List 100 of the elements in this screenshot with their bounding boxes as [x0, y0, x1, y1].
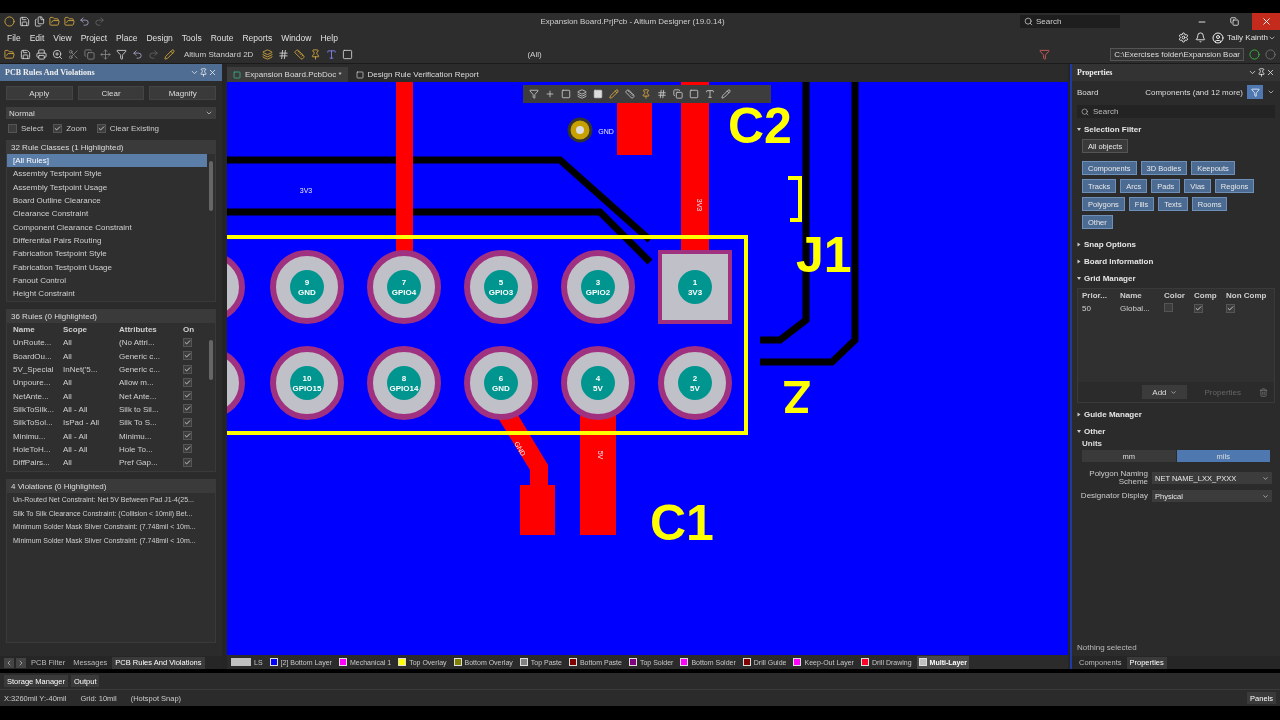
checkbox[interactable] [53, 124, 63, 133]
grid-icon[interactable] [278, 48, 290, 60]
menu-item[interactable]: File [4, 32, 27, 43]
rule-class-item[interactable]: Fanout Control [7, 273, 207, 287]
save-icon[interactable] [19, 16, 30, 27]
settings-icon[interactable] [1178, 32, 1190, 43]
rectangle-icon[interactable] [342, 48, 354, 60]
column-header[interactable]: Color [1164, 291, 1194, 300]
checkbox[interactable] [183, 417, 192, 427]
bell-icon[interactable] [1195, 32, 1207, 43]
filled-square-icon[interactable] [593, 89, 603, 99]
view-mode-label[interactable]: Altium Standard 2D [180, 49, 258, 59]
menu-item[interactable]: Route [207, 32, 240, 43]
pin-icon[interactable] [199, 68, 208, 77]
status-icon[interactable] [1249, 48, 1260, 60]
caret-icon[interactable] [190, 68, 199, 77]
pin-icon[interactable] [1257, 68, 1266, 77]
menu-item[interactable]: Project [77, 32, 114, 43]
clear-filter-icon[interactable] [1039, 48, 1051, 60]
panel-button[interactable]: Clear [77, 86, 145, 100]
section-title[interactable]: Other [1084, 427, 1106, 436]
menu-item[interactable]: Edit [26, 32, 51, 43]
rule-class-item[interactable]: Fabrication Testpoint Style [7, 247, 207, 261]
plus-icon[interactable] [545, 89, 555, 99]
copy-icon[interactable] [673, 89, 683, 99]
checkbox[interactable] [8, 124, 17, 133]
panel-button[interactable]: Magnify [149, 86, 216, 100]
document-tab[interactable]: Expansion Board.PcbDoc * [227, 67, 348, 82]
section-title[interactable]: Grid Manager [1084, 274, 1136, 283]
mode-dropdown[interactable]: Normal [6, 107, 216, 119]
close-icon[interactable] [1266, 68, 1275, 77]
caret-icon[interactable] [1267, 88, 1275, 96]
line-icon[interactable] [721, 89, 731, 99]
copy-icon[interactable] [84, 48, 95, 60]
scroll-right-button[interactable] [16, 657, 26, 668]
save-all-icon[interactable] [34, 16, 45, 27]
layers-icon[interactable] [262, 48, 274, 60]
ruler-icon[interactable] [625, 89, 635, 99]
checkbox[interactable] [96, 124, 106, 133]
menu-item[interactable]: Place [113, 32, 144, 43]
folder-icon[interactable] [4, 48, 15, 60]
expand-arrow-icon[interactable] [1077, 277, 1081, 280]
expand-arrow-icon[interactable] [1077, 430, 1081, 433]
close-button[interactable] [1252, 13, 1280, 30]
rule-class-item[interactable]: Assembly Testpoint Style [7, 167, 207, 181]
expand-arrow-icon[interactable] [1077, 242, 1081, 247]
column-header[interactable]: Non Comp [1226, 291, 1270, 300]
pencil-icon[interactable] [164, 48, 175, 60]
save-icon[interactable] [20, 48, 31, 60]
checkbox[interactable] [183, 337, 192, 347]
filter-icon[interactable] [116, 48, 127, 60]
layer-filter-dropdown[interactable]: (All) [523, 49, 546, 59]
checkbox[interactable] [1194, 303, 1203, 313]
filter-icon[interactable] [529, 89, 539, 99]
search-field[interactable]: Search [1077, 105, 1275, 118]
app-logo-icon[interactable] [4, 16, 15, 27]
search-field[interactable]: Search [1020, 15, 1120, 28]
column-header[interactable]: Attributes [119, 325, 183, 335]
section-title[interactable]: Selection Filter [1084, 125, 1142, 134]
project-path-field[interactable]: C:\Exercises folder\Expansion Boar [1110, 47, 1244, 61]
filter-button[interactable] [1247, 85, 1263, 99]
pin-icon[interactable] [641, 89, 651, 99]
rule-class-item[interactable]: Component Clearance Constraint [7, 220, 207, 234]
menu-item[interactable]: Reports [239, 32, 279, 43]
rule-class-item[interactable]: [All Rules] [7, 154, 207, 168]
rule-class-item[interactable]: Board Outline Clearance [7, 193, 207, 208]
menu-item[interactable]: Tools [178, 32, 208, 43]
trash-icon[interactable] [1259, 387, 1268, 397]
folder-icon[interactable] [64, 16, 75, 27]
expand-arrow-icon[interactable] [1077, 412, 1081, 417]
ruler-icon[interactable] [294, 48, 306, 60]
menu-item[interactable]: View [50, 32, 78, 43]
checkbox[interactable] [183, 364, 192, 374]
checkbox[interactable] [183, 391, 192, 401]
menu-item[interactable]: Help [317, 32, 344, 43]
checkbox[interactable] [1226, 303, 1235, 313]
section-title[interactable]: Snap Options [1084, 240, 1136, 249]
close-icon[interactable] [208, 68, 217, 77]
undo-icon[interactable] [132, 48, 143, 60]
column-header[interactable]: Name [1120, 291, 1164, 300]
text-icon[interactable] [326, 48, 338, 60]
scrollbar[interactable] [209, 161, 213, 211]
zoom-icon[interactable] [52, 48, 63, 60]
cut-icon[interactable] [68, 48, 79, 60]
scrollbar[interactable] [209, 340, 213, 380]
rule-class-item[interactable]: Differential Pairs Routing [7, 233, 207, 248]
panel-button[interactable]: Apply [6, 86, 73, 100]
column-header[interactable]: Scope [63, 325, 119, 335]
menu-item[interactable]: Design [143, 32, 179, 43]
checkbox[interactable] [183, 431, 192, 440]
column-header[interactable]: On [183, 325, 201, 335]
checkbox[interactable] [183, 457, 192, 467]
rectangle-icon[interactable] [561, 89, 571, 99]
folder-icon[interactable] [49, 16, 60, 27]
undo-icon[interactable] [79, 16, 90, 27]
user-name[interactable]: Tally Kainth [1227, 33, 1268, 42]
text-icon[interactable] [705, 89, 715, 99]
checkbox[interactable] [183, 444, 192, 454]
rectangle-icon[interactable] [689, 89, 699, 99]
rule-class-item[interactable]: Height Constraint [7, 286, 207, 301]
